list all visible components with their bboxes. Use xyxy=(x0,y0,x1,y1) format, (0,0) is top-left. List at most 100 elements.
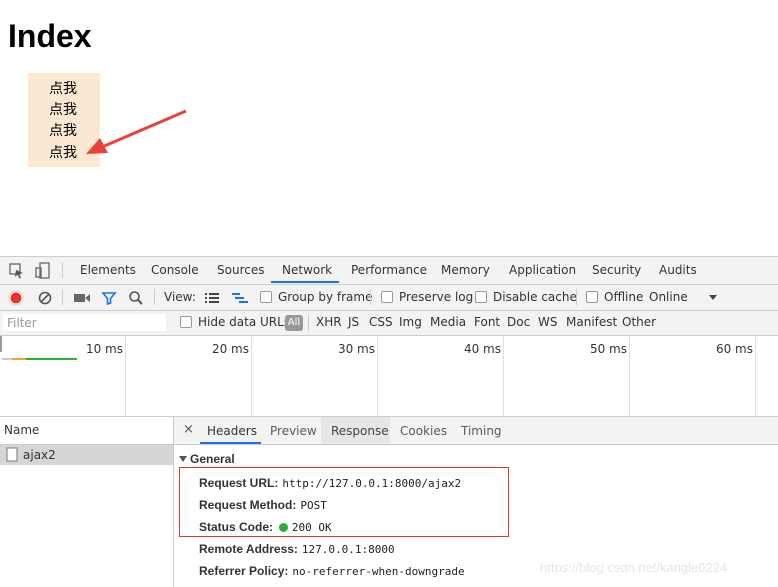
tick-label: 20 ms xyxy=(211,342,249,356)
filter-bar: Filter Hide data URLs All XHR JS CSS Img… xyxy=(0,311,778,336)
divider xyxy=(370,289,371,305)
header-key: Remote Address: xyxy=(199,542,298,556)
watermark: https://blog.csdn.net/kangle0224 xyxy=(540,560,728,575)
name-column-header[interactable]: Name xyxy=(0,417,173,445)
request-list: Name ajax2 xyxy=(0,417,174,587)
tick-label: 40 ms xyxy=(463,342,501,356)
tick-line xyxy=(377,336,378,416)
tick-label: 30 ms xyxy=(337,342,375,356)
tick-line xyxy=(125,336,126,416)
general-section-label[interactable]: General xyxy=(190,452,235,466)
divider xyxy=(62,262,63,278)
request-bar xyxy=(2,358,12,360)
record-icon[interactable] xyxy=(8,290,24,306)
header-key: Referrer Policy: xyxy=(199,564,289,578)
devtools-tabbar: Elements Console Sources Network Perform… xyxy=(0,257,778,285)
tab-memory[interactable]: Memory xyxy=(441,263,490,277)
page-title: Index xyxy=(8,18,92,54)
type-filter-xhr[interactable]: XHR xyxy=(316,315,342,329)
capture-screenshots-icon[interactable] xyxy=(73,291,91,305)
detail-tabbar: × Headers Preview Response Cookies Timin… xyxy=(174,417,778,445)
network-toolbar: View: Group by frame Preserve log Disabl… xyxy=(0,285,778,311)
timeline-overview[interactable]: 10 ms 20 ms 30 ms 40 ms 50 ms 60 ms xyxy=(0,336,778,417)
type-filter-manifest[interactable]: Manifest xyxy=(566,315,617,329)
tab-elements[interactable]: Elements xyxy=(80,263,136,277)
divider xyxy=(576,289,577,305)
tick-label: 50 ms xyxy=(589,342,627,356)
divider xyxy=(154,289,155,305)
large-rows-icon[interactable] xyxy=(204,291,220,305)
header-row-remote-address: Remote Address: 127.0.0.1:8000 xyxy=(199,542,395,556)
type-filter-js[interactable]: JS xyxy=(348,315,359,329)
type-filter-img[interactable]: Img xyxy=(399,315,422,329)
link-item[interactable]: 点我 xyxy=(49,121,77,141)
overview-handle[interactable] xyxy=(0,336,2,352)
waterfall-overview-icon[interactable] xyxy=(231,291,249,305)
request-bar xyxy=(12,358,26,360)
view-label: View: xyxy=(164,290,196,304)
disable-cache-checkbox[interactable] xyxy=(475,291,487,303)
tab-application[interactable]: Application xyxy=(509,263,576,277)
tab-audits[interactable]: Audits xyxy=(659,263,697,277)
throttling-select[interactable]: Online xyxy=(649,290,688,304)
type-filter-ws[interactable]: WS xyxy=(538,315,557,329)
header-value: no-referrer-when-downgrade xyxy=(292,565,465,578)
divider xyxy=(308,315,309,331)
offline-checkbox[interactable] xyxy=(586,291,598,303)
header-row-referrer-policy: Referrer Policy: no-referrer-when-downgra… xyxy=(199,564,465,578)
link-item[interactable]: 点我 xyxy=(49,143,77,163)
inspect-element-icon[interactable] xyxy=(9,263,25,279)
preserve-log-checkbox[interactable] xyxy=(381,291,393,303)
preserve-log-label: Preserve log xyxy=(399,290,474,304)
document-icon xyxy=(6,447,18,462)
annotation-highlight-box xyxy=(179,467,509,537)
tab-preview[interactable]: Preview xyxy=(270,424,317,438)
tick-line xyxy=(755,336,756,416)
tick-line xyxy=(629,336,630,416)
name-column-label: Name xyxy=(4,423,40,437)
table-row[interactable]: ajax2 xyxy=(0,445,173,465)
chevron-down-icon[interactable] xyxy=(708,294,718,302)
active-tab-indicator xyxy=(200,442,261,444)
tab-response[interactable]: Response xyxy=(331,424,389,438)
filter-icon[interactable] xyxy=(101,290,117,306)
active-tab-indicator xyxy=(271,281,339,283)
type-filter-doc[interactable]: Doc xyxy=(507,315,530,329)
tick-label: 60 ms xyxy=(715,342,753,356)
header-value: 127.0.0.1:8000 xyxy=(301,543,395,556)
tab-timing[interactable]: Timing xyxy=(461,424,502,438)
triangle-down-icon[interactable] xyxy=(179,455,188,463)
search-icon[interactable] xyxy=(128,290,144,306)
annotation-arrow-icon xyxy=(86,109,187,154)
tick-line xyxy=(503,336,504,416)
tick-line xyxy=(251,336,252,416)
group-by-frame-checkbox[interactable] xyxy=(260,291,272,303)
type-filter-font[interactable]: Font xyxy=(474,315,500,329)
tick-label: 10 ms xyxy=(85,342,123,356)
tab-network[interactable]: Network xyxy=(282,263,332,277)
close-icon[interactable]: × xyxy=(183,422,194,437)
tab-console[interactable]: Console xyxy=(151,263,199,277)
divider xyxy=(62,289,63,305)
tab-headers[interactable]: Headers xyxy=(207,424,257,438)
tab-performance[interactable]: Performance xyxy=(351,263,427,277)
type-filter-all[interactable]: All xyxy=(285,315,303,331)
hide-data-urls-checkbox[interactable] xyxy=(180,316,192,328)
type-filter-css[interactable]: CSS xyxy=(369,315,393,329)
tab-security[interactable]: Security xyxy=(592,263,641,277)
hide-data-urls-label: Hide data URLs xyxy=(198,315,291,329)
group-by-frame-label: Group by frame xyxy=(278,290,373,304)
devtools-panel: Elements Console Sources Network Perform… xyxy=(0,256,778,587)
clear-icon[interactable] xyxy=(37,290,53,306)
type-filter-other[interactable]: Other xyxy=(622,315,656,329)
offline-label: Offline xyxy=(604,290,644,304)
device-toolbar-icon[interactable] xyxy=(34,262,52,280)
tab-cookies[interactable]: Cookies xyxy=(400,424,447,438)
link-item[interactable]: 点我 xyxy=(49,79,77,99)
filter-input[interactable]: Filter xyxy=(3,314,166,331)
request-name: ajax2 xyxy=(23,448,56,462)
link-item[interactable]: 点我 xyxy=(49,100,77,120)
disable-cache-label: Disable cache xyxy=(493,290,577,304)
tab-sources[interactable]: Sources xyxy=(217,263,264,277)
type-filter-media[interactable]: Media xyxy=(430,315,466,329)
